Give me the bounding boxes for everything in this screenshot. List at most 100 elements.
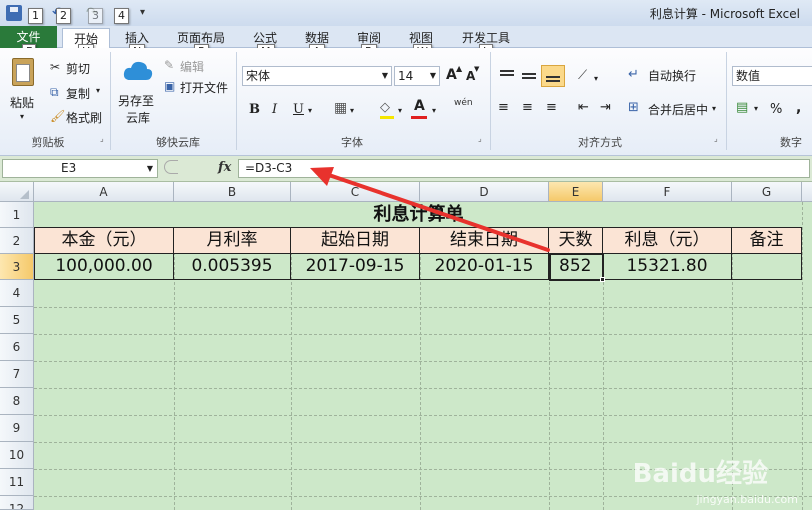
font-color-swatch bbox=[411, 116, 427, 119]
phonetic-guide-button[interactable]: wén bbox=[454, 98, 473, 108]
insert-function-icon[interactable]: fx bbox=[218, 160, 231, 175]
italic-button[interactable]: I bbox=[272, 102, 277, 117]
edit-button[interactable]: 编辑 bbox=[180, 58, 204, 75]
open-file-icon[interactable]: ▣ bbox=[164, 79, 175, 93]
column-header-f[interactable]: F bbox=[603, 182, 732, 202]
underline-button[interactable]: U bbox=[293, 102, 304, 117]
decrease-indent-icon[interactable]: ⇤ bbox=[578, 100, 589, 115]
cut-icon[interactable]: ✂ bbox=[50, 60, 60, 74]
paste-dropdown-icon[interactable]: ▾ bbox=[20, 112, 24, 121]
row-header-5[interactable]: 5 bbox=[0, 307, 34, 334]
copy-icon[interactable]: ⧉ bbox=[50, 85, 59, 100]
header-start-date[interactable]: 起始日期 bbox=[291, 227, 420, 254]
group-separator bbox=[726, 52, 727, 150]
save-to-cloud-button[interactable]: 另存至 bbox=[118, 92, 154, 109]
accounting-format-icon[interactable]: ▤ bbox=[736, 100, 748, 115]
alignment-group-label: 对齐方式 bbox=[578, 136, 622, 149]
cell-principal[interactable]: 100,000.00 bbox=[34, 254, 174, 280]
cell-start-date[interactable]: 2017-09-15 bbox=[291, 254, 420, 280]
merge-center-icon[interactable]: ⊞ bbox=[628, 100, 639, 115]
header-interest[interactable]: 利息（元） bbox=[603, 227, 732, 254]
borders-dropdown-icon[interactable]: ▾ bbox=[350, 106, 354, 115]
column-header-g[interactable]: G bbox=[732, 182, 802, 202]
header-end-date[interactable]: 结束日期 bbox=[420, 227, 549, 254]
font-size-select[interactable]: 14 ▼ bbox=[394, 66, 440, 86]
orientation-icon[interactable]: ⟋ bbox=[578, 68, 587, 83]
copy-dropdown-icon[interactable]: ▾ bbox=[96, 86, 100, 95]
row-header-9[interactable]: 9 bbox=[0, 415, 34, 442]
column-header-e[interactable]: E bbox=[549, 182, 603, 202]
column-header-b[interactable]: B bbox=[174, 182, 291, 202]
merge-center-button[interactable]: 合并后居中 bbox=[648, 101, 708, 118]
increase-indent-icon[interactable]: ⇥ bbox=[600, 100, 611, 115]
column-header-h[interactable] bbox=[802, 182, 812, 202]
align-right-icon[interactable]: ≡ bbox=[546, 100, 557, 115]
keytip-2: 2 bbox=[56, 8, 71, 24]
fill-color-dropdown-icon[interactable]: ▾ bbox=[398, 106, 402, 115]
title-bar: 1 ↶ 2 ↷ 3 4 ▾ 利息计算 - Microsoft Excel bbox=[0, 0, 812, 26]
align-left-icon[interactable]: ≡ bbox=[498, 100, 509, 115]
cloud-library-label[interactable]: 云库 bbox=[126, 109, 150, 126]
wrap-text-icon[interactable]: ↵ bbox=[628, 67, 639, 82]
align-bottom-button[interactable] bbox=[541, 65, 565, 87]
row-header-8[interactable]: 8 bbox=[0, 388, 34, 415]
row-header-10[interactable]: 10 bbox=[0, 442, 34, 469]
edit-icon[interactable]: ✎ bbox=[164, 58, 174, 72]
bold-button[interactable]: B bbox=[249, 102, 260, 117]
open-file-button[interactable]: 打开文件 bbox=[180, 79, 228, 96]
row-header-7[interactable]: 7 bbox=[0, 361, 34, 388]
row-header-12[interactable]: 12 bbox=[0, 496, 34, 510]
fill-handle[interactable] bbox=[600, 277, 605, 282]
wrap-text-button[interactable]: 自动换行 bbox=[648, 67, 696, 84]
column-header-c[interactable]: C bbox=[291, 182, 420, 202]
row-header-2[interactable]: 2 bbox=[0, 228, 34, 254]
alignment-launcher-icon[interactable]: ⌟ bbox=[714, 134, 718, 143]
formula-input[interactable]: =D3-C3 bbox=[238, 159, 810, 178]
customize-toolbar-icon[interactable]: ▾ bbox=[140, 5, 156, 21]
column-header-a[interactable]: A bbox=[34, 182, 174, 202]
select-all-icon bbox=[20, 190, 29, 199]
borders-icon[interactable]: ▦ bbox=[334, 100, 347, 116]
format-painter-button[interactable]: 格式刷 bbox=[66, 109, 102, 126]
column-header-d[interactable]: D bbox=[420, 182, 549, 202]
underline-dropdown-icon[interactable]: ▾ bbox=[308, 106, 312, 115]
font-launcher-icon[interactable]: ⌟ bbox=[478, 134, 482, 143]
accounting-dropdown-icon[interactable]: ▾ bbox=[754, 104, 758, 113]
merge-dropdown-icon[interactable]: ▾ bbox=[712, 104, 716, 113]
cell-end-date[interactable]: 2020-01-15 bbox=[420, 254, 549, 280]
cut-button[interactable]: 剪切 bbox=[66, 60, 90, 77]
header-remarks[interactable]: 备注 bbox=[732, 227, 802, 254]
align-center-icon[interactable]: ≡ bbox=[522, 100, 533, 115]
name-box-value: E3 bbox=[61, 161, 77, 175]
row-header-6[interactable]: 6 bbox=[0, 334, 34, 361]
percent-style-button[interactable]: % bbox=[770, 102, 782, 117]
number-format-select[interactable]: 数值 bbox=[732, 66, 812, 86]
row-header-3[interactable]: 3 bbox=[0, 254, 34, 280]
fill-color-icon[interactable]: ◇ bbox=[380, 100, 390, 115]
save-icon[interactable] bbox=[6, 5, 22, 21]
comma-style-button[interactable]: , bbox=[796, 100, 801, 116]
ribbon: 粘贴 ▾ ✂ 剪切 ⧉ 复制 ▾ 🖌 格式刷 剪贴板 ⌟ 另存至 云库 ✎ 编辑… bbox=[0, 48, 812, 156]
row-header-1[interactable]: 1 bbox=[0, 202, 34, 228]
cell-monthly-rate[interactable]: 0.005395 bbox=[174, 254, 291, 280]
worksheet-grid[interactable]: A B C D E F G 1 2 3 4 5 6 7 8 9 10 11 12 bbox=[0, 182, 812, 510]
font-name-select[interactable]: 宋体 ▼ bbox=[242, 66, 392, 86]
row-header-11[interactable]: 11 bbox=[0, 469, 34, 496]
orientation-dropdown-icon[interactable]: ▾ bbox=[594, 74, 598, 83]
clipboard-launcher-icon[interactable]: ⌟ bbox=[100, 134, 104, 143]
copy-button[interactable]: 复制 bbox=[66, 85, 90, 102]
font-color-dropdown-icon[interactable]: ▾ bbox=[432, 106, 436, 115]
cell-interest[interactable]: 15321.80 bbox=[603, 254, 732, 280]
header-monthly-rate[interactable]: 月利率 bbox=[174, 227, 291, 254]
row-header-4[interactable]: 4 bbox=[0, 280, 34, 307]
paste-button[interactable]: 粘贴 bbox=[10, 94, 34, 111]
cloud-icon[interactable] bbox=[122, 58, 154, 84]
chevron-down-icon[interactable]: ▼ bbox=[147, 160, 153, 177]
baidu-watermark: Baidu经验 bbox=[632, 459, 768, 489]
format-painter-icon[interactable]: 🖌 bbox=[50, 109, 65, 123]
font-color-button[interactable]: A bbox=[414, 98, 425, 114]
header-principal[interactable]: 本金（元） bbox=[34, 227, 174, 254]
name-box[interactable]: E3 ▼ bbox=[2, 159, 158, 178]
header-days[interactable]: 天数 bbox=[549, 227, 603, 254]
cell-remarks[interactable] bbox=[732, 254, 802, 280]
